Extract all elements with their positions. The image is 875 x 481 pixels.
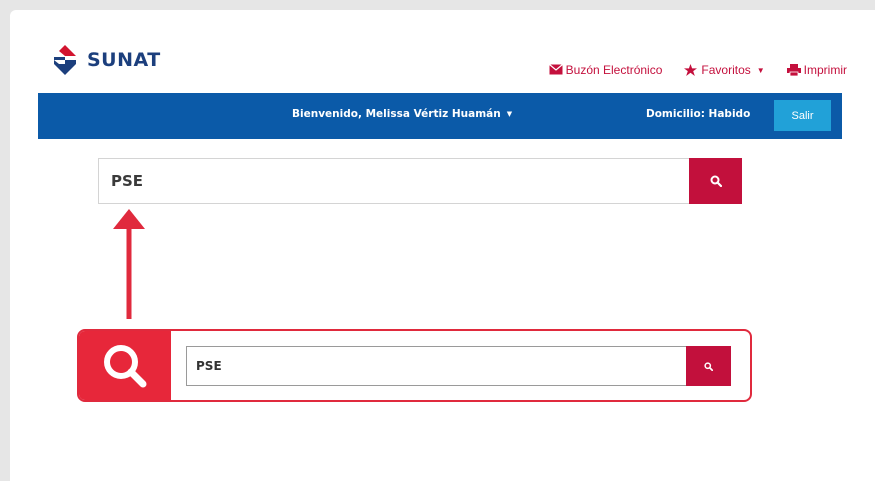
search-input-value: PSE [111, 172, 144, 190]
search-button[interactable] [689, 158, 742, 204]
star-icon [684, 64, 698, 76]
user-navbar: Bienvenido, Melissa Vértiz Huamán ▼ Domi… [38, 93, 842, 139]
favoritos-dropdown[interactable]: Favoritos ▼ [684, 63, 765, 77]
sunat-logo[interactable]: SUNAT [48, 40, 161, 80]
chevron-down-icon: ▼ [506, 110, 513, 118]
buzon-link[interactable]: Buzón Electrónico [548, 63, 663, 77]
magnifier-icon [104, 344, 147, 387]
favoritos-label: Favoritos [701, 63, 751, 77]
imprimir-link[interactable]: Imprimir [786, 63, 847, 77]
envelope-icon [548, 64, 563, 76]
callout-search-button [686, 346, 731, 386]
printer-icon [786, 64, 801, 76]
buzon-label: Buzón Electrónico [565, 63, 663, 77]
arrow-up-icon [113, 209, 145, 319]
sunat-logo-mark [54, 45, 76, 75]
top-links: Buzón Electrónico Favoritos ▼ Imprimir [548, 63, 847, 77]
search-callout: PSE [77, 329, 752, 402]
imprimir-label: Imprimir [803, 63, 847, 77]
logo-text: SUNAT [87, 49, 161, 71]
callout-icon-panel [79, 331, 171, 400]
salir-button[interactable]: Salir [774, 100, 831, 131]
chevron-down-icon: ▼ [756, 65, 765, 75]
callout-search-field: PSE [186, 346, 689, 386]
search-input[interactable]: PSE [98, 158, 690, 204]
domicilio-status: Domicilio: Habido [646, 108, 751, 120]
user-menu-dropdown[interactable]: Bienvenido, Melissa Vértiz Huamán ▼ [292, 108, 512, 120]
callout-search-value: PSE [196, 359, 222, 373]
search-icon [710, 175, 722, 187]
search-icon [704, 361, 713, 371]
welcome-text: Bienvenido, Melissa Vértiz Huamán [292, 108, 501, 120]
